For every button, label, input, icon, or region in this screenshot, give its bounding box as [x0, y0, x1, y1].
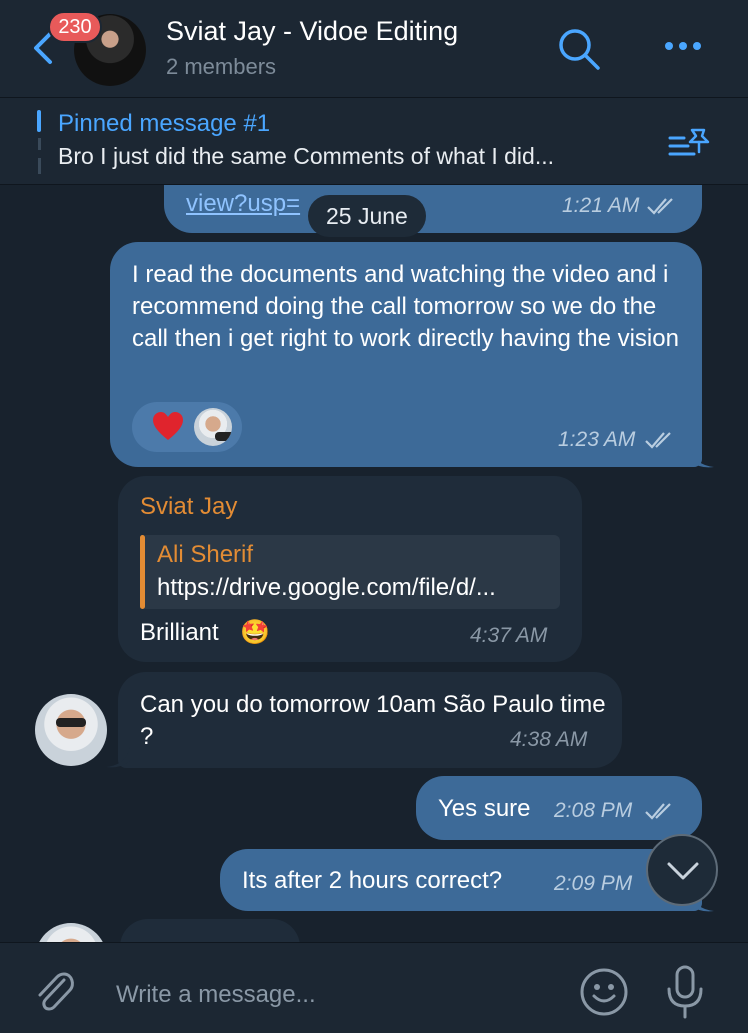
read-checkmarks-icon	[645, 803, 671, 820]
date-separator: 25 June	[308, 195, 426, 237]
chevron-down-icon	[667, 862, 699, 880]
message-list[interactable]: view?usp= 1:21 AM 25 June I read the doc…	[0, 185, 748, 942]
chat-title[interactable]: Sviat Jay - Vidoe Editing	[166, 16, 458, 47]
bubble-tail	[106, 747, 130, 768]
pinned-list-icon[interactable]	[668, 126, 712, 160]
reply-text: https://drive.google.com/file/d/...	[157, 574, 496, 601]
unread-count-badge: 230	[48, 11, 102, 43]
message-text: Brilliant	[140, 619, 219, 646]
message-time: 2:09 PM	[554, 872, 633, 895]
red-heart-emoji[interactable]	[152, 412, 184, 442]
message-time: 4:37 AM	[470, 624, 548, 647]
search-icon[interactable]	[556, 26, 602, 72]
message-time: 2:08 PM	[554, 799, 633, 822]
reply-quote[interactable]: Ali Sherif https://drive.google.com/file…	[140, 535, 560, 609]
read-checkmarks-icon	[645, 432, 671, 449]
more-options-icon[interactable]	[662, 36, 704, 56]
scroll-to-bottom-button[interactable]	[646, 834, 718, 906]
reactor-avatar[interactable]	[194, 408, 232, 446]
message-link[interactable]: view?usp=	[186, 188, 300, 220]
microphone-icon[interactable]	[664, 964, 706, 1020]
message-text: Its after 2 hours correct?	[242, 867, 503, 894]
pinned-indicator-segment	[38, 158, 41, 174]
reply-author: Ali Sherif	[157, 541, 254, 568]
pinned-indicator	[37, 110, 41, 132]
pinned-title: Pinned message #1	[58, 110, 271, 137]
attach-paperclip-icon[interactable]	[30, 966, 80, 1016]
reply-accent-line	[140, 535, 145, 609]
read-checkmarks-icon	[647, 198, 673, 215]
pinned-indicator-segment	[38, 138, 41, 150]
sender-avatar[interactable]	[35, 694, 107, 766]
message-time: 1:23 AM	[558, 428, 636, 451]
message-bubble-incoming[interactable]	[120, 919, 300, 942]
message-time: 4:38 AM	[510, 728, 588, 751]
message-text: I read the documents and watching the vi…	[132, 261, 679, 352]
message-input[interactable]	[114, 976, 538, 1014]
reactions-bar[interactable]	[132, 402, 242, 452]
sender-name[interactable]: Sviat Jay	[140, 493, 237, 521]
bubble-tail	[690, 447, 714, 468]
sender-avatar[interactable]	[35, 923, 107, 942]
member-count: 2 members	[166, 54, 277, 79]
emoji-smiley-icon[interactable]	[578, 966, 630, 1018]
star-struck-emoji: 🤩	[240, 619, 270, 646]
message-text: Yes sure	[438, 795, 531, 822]
message-time: 1:21 AM	[562, 194, 640, 217]
pinned-preview: Bro I just did the same Comments of what…	[58, 143, 554, 169]
